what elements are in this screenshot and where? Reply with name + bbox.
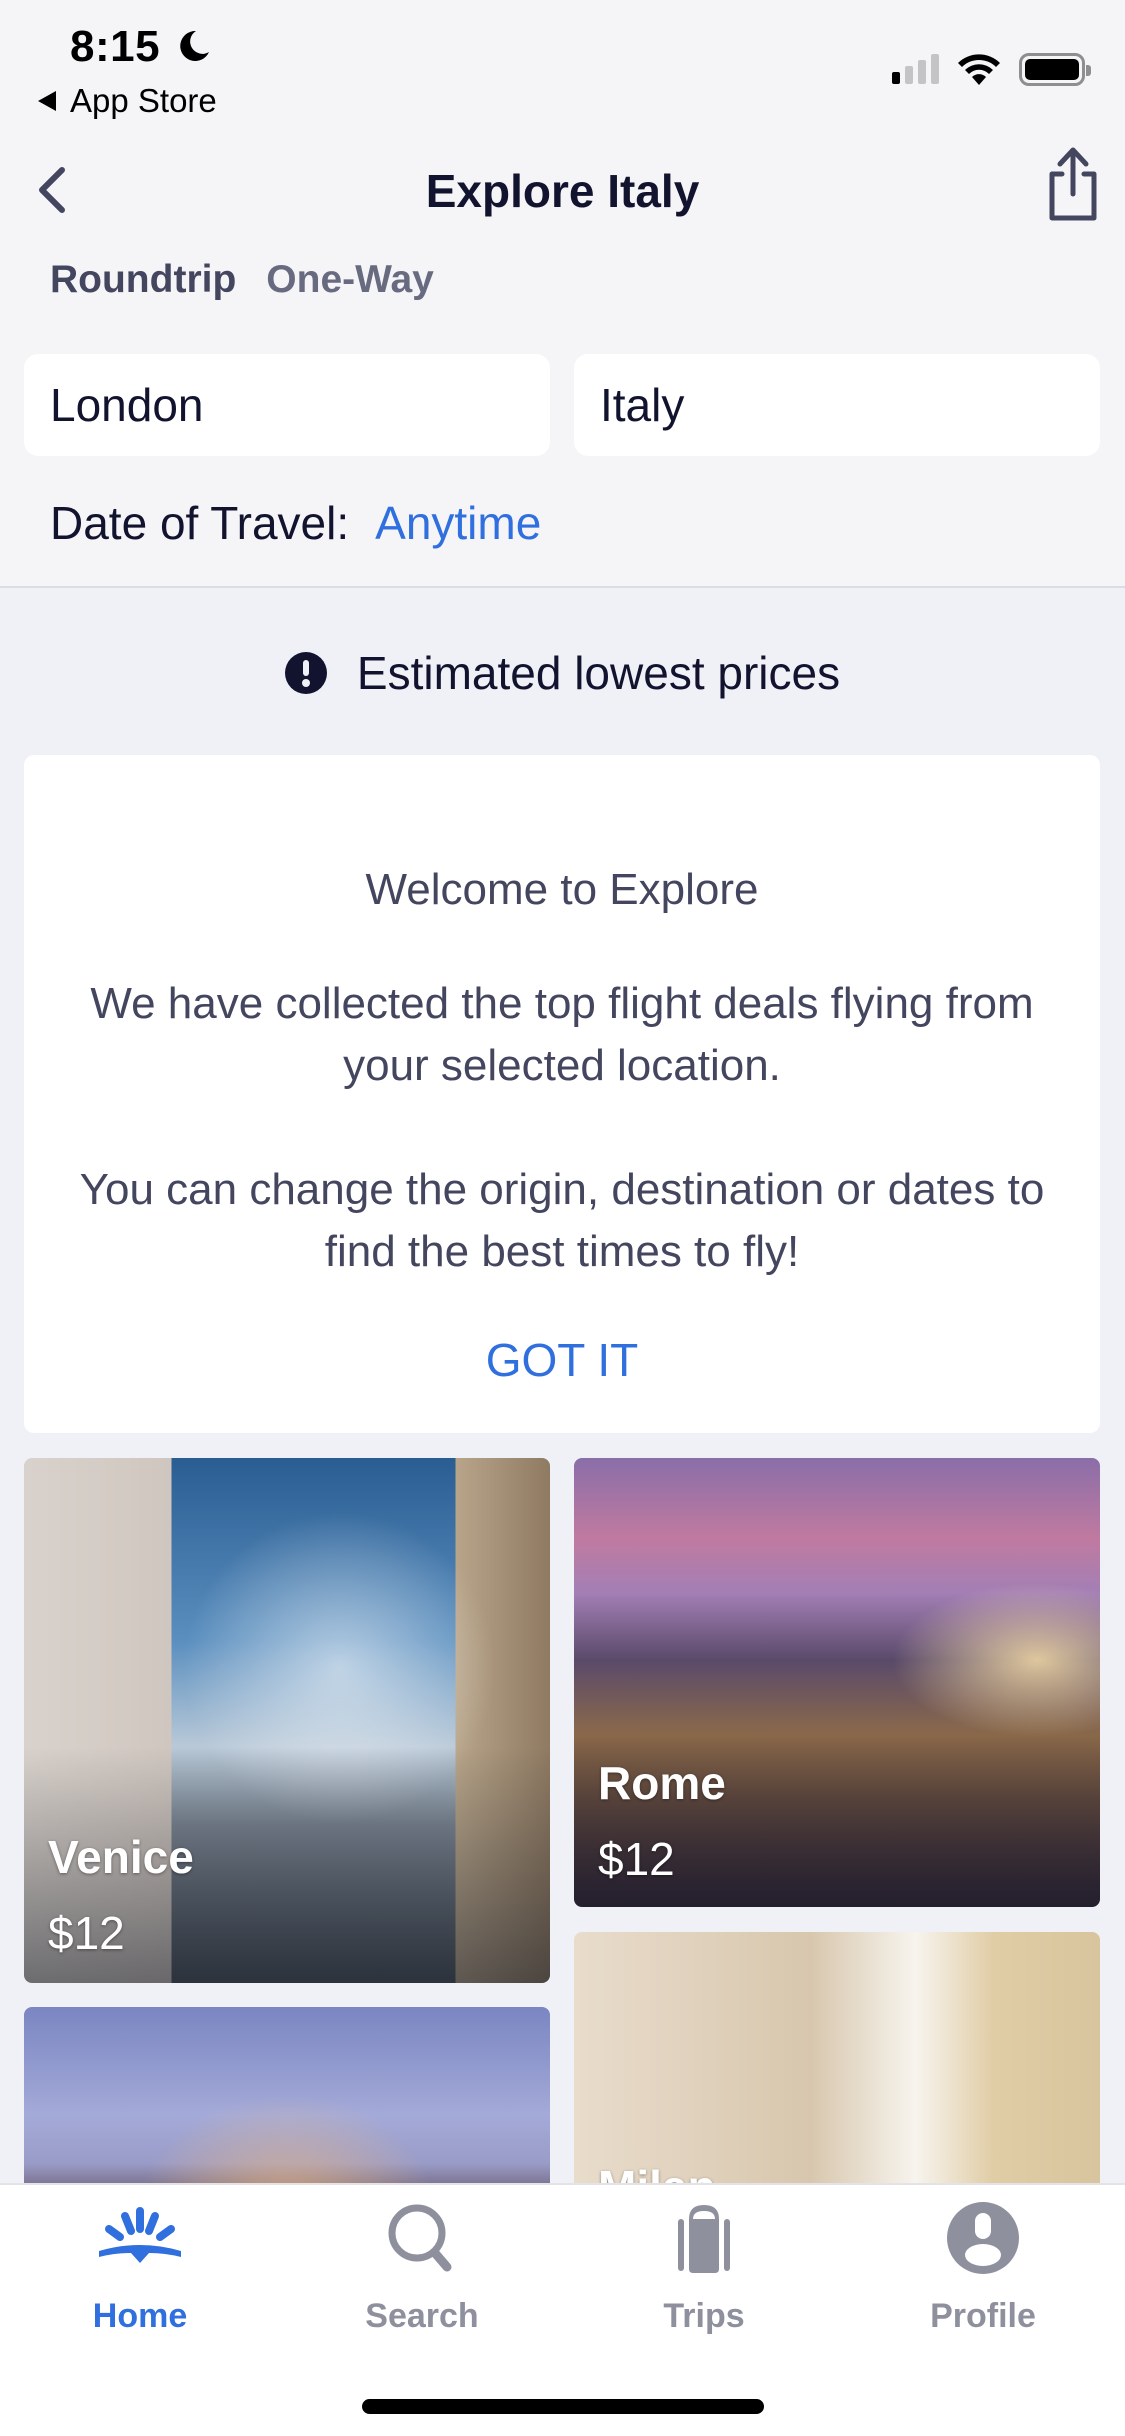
back-to-app-button[interactable]: App Store [38, 82, 217, 120]
destination-name: Rome [598, 1757, 726, 1809]
estimated-prices-banner: Estimated lowest prices [0, 646, 1125, 700]
back-app-label: App Store [70, 82, 217, 119]
origin-value: London [50, 379, 204, 431]
tab-label: Trips [663, 2297, 745, 2335]
tab-label: Search [365, 2297, 479, 2335]
signal-icon [892, 54, 939, 84]
tab-home[interactable]: Home [40, 2199, 240, 2336]
home-sunrise-icon [99, 2207, 181, 2263]
share-icon[interactable] [1040, 144, 1106, 224]
alert-circle-icon [284, 652, 327, 694]
destination-name: Venice [48, 1831, 194, 1883]
date-label: Date of Travel: [50, 497, 350, 549]
banner-text: Estimated lowest prices [356, 647, 841, 699]
search-icon [388, 2204, 452, 2272]
welcome-paragraph-1: We have collected the top flight deals f… [90, 979, 1034, 1090]
destination-tile-venice[interactable]: Venice $12 [24, 1458, 550, 1983]
destination-price: $12 [598, 1833, 675, 1885]
welcome-paragraph-2: You can change the origin, destination o… [79, 1165, 1045, 1276]
profile-icon [947, 2202, 1019, 2274]
wifi-icon [958, 54, 1000, 85]
destination-field[interactable]: Italy [574, 354, 1100, 456]
status-icons [892, 52, 1091, 86]
home-indicator [362, 2399, 764, 2414]
moon-icon [180, 30, 209, 61]
suitcase-icon [678, 2205, 730, 2273]
tab-label: Profile [930, 2297, 1036, 2335]
trip-type-selector: Roundtrip One-Way [50, 258, 434, 302]
tab-label: Home [92, 2297, 188, 2335]
date-value-link[interactable]: Anytime [375, 496, 541, 550]
welcome-card: Welcome to Explore We have collected the… [24, 755, 1100, 1433]
back-triangle-icon [38, 91, 56, 111]
page-title: Explore Italy [425, 165, 700, 217]
battery-icon [1019, 52, 1091, 86]
got-it-button[interactable]: GOT IT [24, 1333, 1100, 1387]
tab-bar: Home Search Trips Profile [0, 2183, 1125, 2436]
destination-price: $12 [48, 1907, 125, 1959]
tab-trips[interactable]: Trips [604, 2199, 804, 2336]
trip-type-roundtrip[interactable]: Roundtrip [50, 258, 236, 302]
welcome-title: Welcome to Explore [365, 865, 759, 914]
destination-value: Italy [600, 379, 685, 431]
tab-search[interactable]: Search [322, 2199, 522, 2336]
date-of-travel-row: Date of Travel: Anytime [50, 496, 541, 550]
origin-field[interactable]: London [24, 354, 550, 456]
tab-profile[interactable]: Profile [883, 2199, 1083, 2336]
status-time: 8:15 [70, 22, 161, 71]
trip-type-one-way[interactable]: One-Way [266, 258, 434, 302]
destination-tile-rome[interactable]: Rome $12 [574, 1458, 1100, 1907]
